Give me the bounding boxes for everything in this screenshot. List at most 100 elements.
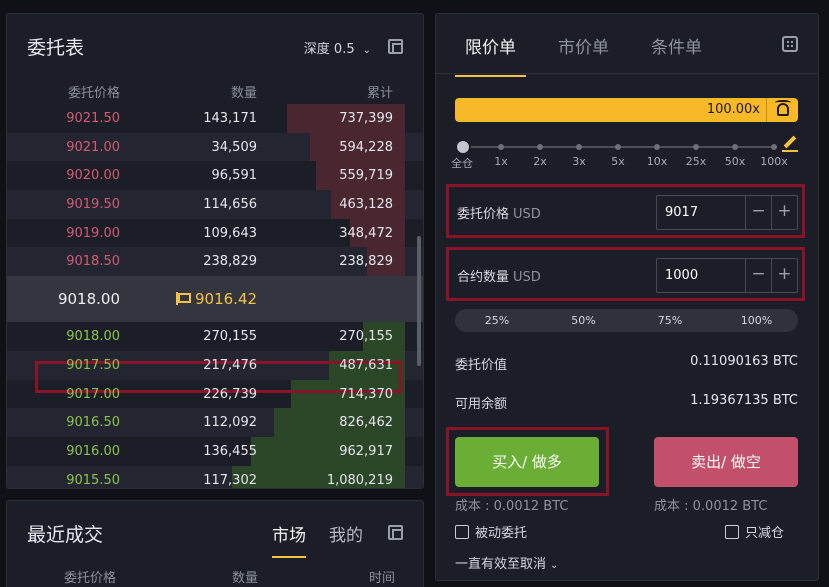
bid-price: 9018.00 — [66, 329, 120, 345]
available-balance: 1.19367135 BTC — [690, 393, 798, 408]
percent-button[interactable]: 50% — [571, 314, 595, 327]
slider-handle[interactable] — [455, 139, 471, 155]
bid-row[interactable]: 9016.50 112,092 826,462 — [7, 408, 423, 437]
slider-label[interactable]: 1x — [494, 155, 508, 168]
order-value-row: 委托价值 0.11090163 BTC — [455, 354, 798, 373]
bid-row[interactable]: 9015.50 117,302 1,080,219 — [7, 465, 423, 488]
ask-price: 9019.50 — [66, 197, 120, 213]
bid-total: 962,917 — [339, 443, 393, 459]
ask-row[interactable]: 9018.50 238,829 238,829 — [7, 247, 423, 277]
sell-short-button[interactable]: 卖出/ 做空 — [654, 437, 798, 487]
quantity-field-row: 合约数量USD − + — [446, 247, 805, 301]
slider-label[interactable]: 3x — [572, 155, 586, 168]
slider-label[interactable]: 50x — [725, 155, 746, 168]
tab-limit-order[interactable]: 限价单 — [455, 33, 526, 77]
slider-tick[interactable] — [576, 144, 582, 150]
quantity-unit: USD — [513, 270, 541, 285]
ask-row[interactable]: 9020.00 96,591 559,719 — [7, 161, 423, 191]
reduce-only-checkbox[interactable]: 只减仓 — [725, 522, 784, 541]
bid-price: 9015.50 — [66, 472, 120, 488]
slider-tick[interactable] — [732, 144, 738, 150]
bid-price: 9016.50 — [66, 415, 120, 431]
percent-button[interactable]: 75% — [658, 314, 682, 327]
ask-price: 9019.00 — [66, 225, 120, 241]
tab-my-trades[interactable]: 我的 — [329, 521, 363, 546]
buy-long-button[interactable]: 买入/ 做多 — [455, 437, 599, 487]
buy-cost: 成本 : 0.0012 BTC — [455, 499, 569, 514]
asks-list: 9021.50 143,171 737,399 9021.00 34,509 594,22… — [7, 104, 423, 277]
quantity-label: 合约数量 USD — [457, 266, 541, 285]
slider-label[interactable]: 100x — [760, 155, 788, 168]
percent-button[interactable]: 100% — [741, 314, 772, 327]
quantity-increment-button[interactable]: + — [771, 259, 797, 292]
time-in-force-select[interactable]: 一直有效至取消 ⌄ — [455, 553, 558, 572]
ask-qty: 34,509 — [211, 139, 258, 155]
tab-conditional-order[interactable]: 条件单 — [651, 33, 702, 58]
price-label-text: 委托价格 — [457, 207, 510, 222]
ask-qty: 238,829 — [203, 254, 257, 270]
slider-label[interactable]: 25x — [686, 155, 707, 168]
percent-button[interactable]: 25% — [485, 314, 509, 327]
ask-total: 463,128 — [339, 197, 393, 213]
leverage-value: 100.00x — [706, 102, 760, 117]
slider-tick[interactable] — [498, 144, 504, 150]
leverage-alert-button[interactable] — [766, 98, 798, 122]
leverage-slider[interactable] — [455, 139, 777, 155]
column-total: 累计 — [366, 86, 393, 101]
expand-icon[interactable] — [388, 39, 403, 54]
post-only-label: 被动委托 — [475, 526, 528, 541]
bid-row[interactable]: 9016.00 136,455 962,917 — [7, 436, 423, 466]
bid-qty: 117,302 — [203, 472, 257, 488]
column-quantity: 数量 — [230, 86, 257, 101]
pencil-icon[interactable] — [782, 136, 798, 152]
mark-price-value: 9016.42 — [195, 290, 258, 309]
checkbox-box[interactable] — [725, 525, 739, 539]
slider-tick[interactable] — [693, 144, 699, 150]
slider-label[interactable]: 5x — [611, 155, 625, 168]
depth-selector[interactable]: 深度 0.5 ⌄ — [304, 38, 371, 57]
order-book-header: 委托表 深度 0.5 ⌄ — [7, 14, 423, 76]
order-value: 0.11090163 BTC — [690, 354, 798, 369]
slider-label[interactable]: 10x — [647, 155, 668, 168]
order-book-title: 委托表 — [27, 37, 85, 59]
ask-price: 9021.50 — [66, 111, 120, 126]
tab-market-trades[interactable]: 市场 — [272, 521, 306, 558]
balance-label: 可用余额 — [455, 397, 508, 412]
scrollbar[interactable] — [417, 236, 421, 366]
bid-qty: 226,739 — [203, 386, 257, 402]
slider-label[interactable]: 全仓 — [451, 155, 473, 171]
quantity-decrement-button[interactable]: − — [745, 259, 771, 292]
bid-total: 1,080,219 — [326, 472, 393, 488]
price-unit: USD — [513, 207, 541, 222]
bid-total: 487,631 — [339, 357, 393, 373]
post-only-checkbox[interactable]: 被动委托 — [455, 522, 527, 541]
ask-row[interactable]: 9019.00 109,643 348,472 — [7, 218, 423, 248]
bid-row[interactable]: 9018.00 270,155 270,155 — [7, 322, 423, 351]
ask-row[interactable]: 9021.00 34,509 594,228 — [7, 132, 423, 162]
ask-total: 737,399 — [339, 111, 393, 126]
slider-tick[interactable] — [771, 144, 777, 150]
slider-tick[interactable] — [654, 144, 660, 150]
calculator-icon[interactable] — [782, 36, 798, 52]
price-decrement-button[interactable]: − — [745, 196, 771, 229]
order-book-panel: 委托表 深度 0.5 ⌄ 委托价格 数量 累计 9021.50 143,171 737… — [6, 13, 424, 489]
checkbox-box[interactable] — [455, 525, 469, 539]
price-input[interactable] — [657, 196, 745, 229]
mark-price: 9016.42 — [175, 290, 257, 308]
ask-qty: 114,656 — [203, 197, 257, 213]
bid-total: 270,155 — [339, 329, 393, 345]
expand-icon[interactable] — [388, 525, 403, 540]
tab-market-order[interactable]: 市价单 — [558, 33, 609, 58]
price-field-row: 委托价格USD − + — [446, 184, 805, 238]
ask-row[interactable]: 9021.50 143,171 737,399 — [7, 104, 423, 133]
ask-row[interactable]: 9019.50 114,656 463,128 — [7, 190, 423, 219]
slider-tick[interactable] — [615, 144, 621, 150]
order-book-columns: 委托价格 数量 累计 — [7, 76, 423, 104]
quantity-input[interactable] — [657, 259, 745, 292]
price-increment-button[interactable]: + — [771, 196, 797, 229]
slider-label[interactable]: 2x — [533, 155, 547, 168]
quantity-percent-bar: 25% 50% 75% 100% — [455, 309, 798, 332]
slider-tick[interactable] — [537, 144, 543, 150]
ask-price: 9018.50 — [66, 254, 120, 270]
leverage-bar[interactable]: 100.00x — [455, 98, 798, 122]
